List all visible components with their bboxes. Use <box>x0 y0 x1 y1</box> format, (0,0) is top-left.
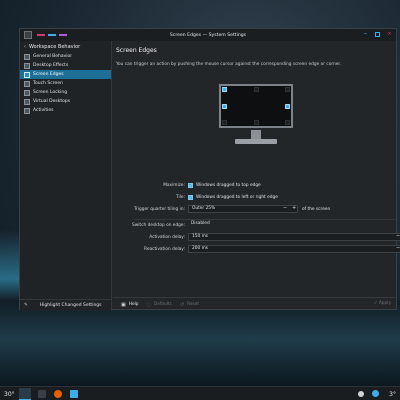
sidebar-item-label: Touch Screen <box>33 81 63 86</box>
sidebar-header[interactable]: ‹ Workspace Behavior <box>20 41 111 52</box>
edge-left[interactable] <box>222 104 227 109</box>
window-title: Screen Edges — System Settings <box>169 32 247 38</box>
quarter-tiling-spinbox[interactable]: Outer 25% <box>188 205 298 213</box>
sidebar-item-screen-edges[interactable]: Screen Edges <box>20 70 111 79</box>
sidebar-item-screen-locking[interactable]: Screen Locking <box>20 88 111 97</box>
close-icon[interactable]: × <box>387 32 392 37</box>
sidebar-item-label: Screen Locking <box>33 90 68 95</box>
firefox-icon[interactable] <box>54 390 62 398</box>
edge-bottom-right[interactable] <box>285 120 290 125</box>
monitor-base <box>235 139 277 144</box>
defaults-label: Defaults <box>153 302 172 307</box>
sidebar-item-label: Screen Edges <box>33 72 64 77</box>
reset-button[interactable]: ↺ Reset <box>180 302 199 308</box>
tile-option-text: Windows dragged to left or right edge <box>196 195 278 200</box>
sidebar-item-label: Activities <box>33 108 54 113</box>
sidebar-item-label: Desktop Effects <box>33 63 69 68</box>
sidebar-header-label: Workspace Behavior <box>29 43 81 50</box>
highlight-changed-label: Highlight Changed Settings <box>39 303 102 308</box>
sidebar-item-label: Virtual Desktops <box>33 99 71 104</box>
touch-screen-icon <box>24 80 30 87</box>
separator <box>135 219 397 220</box>
quarter-decrement-button[interactable]: − <box>283 205 287 211</box>
monitor-screen <box>219 84 293 128</box>
activation-decrement-button[interactable]: − <box>396 233 400 239</box>
page-description: You can trigger an action by pushing the… <box>116 62 342 67</box>
task-manager-icon[interactable] <box>38 390 46 398</box>
quarter-tiling-label: Trigger quarter tiling in: <box>134 207 185 212</box>
activation-delay-label: Activation delay: <box>149 235 185 240</box>
maximize-icon[interactable] <box>375 32 380 37</box>
activation-delay-value: 150 ms <box>192 234 208 239</box>
highlight-changed-settings-button[interactable]: ✎ Highlight Changed Settings <box>20 299 111 311</box>
switch-desktop-combobox[interactable]: Disabled <box>188 221 400 229</box>
monitor-preview <box>213 76 297 148</box>
maximize-label: Maximize: <box>163 183 185 188</box>
help-label: Help <box>128 302 139 307</box>
screen-locking-icon <box>24 89 30 96</box>
activation-delay-spinbox[interactable]: 150 ms <box>188 233 400 241</box>
title-accent-pink <box>37 34 45 36</box>
app-icon[interactable] <box>24 31 32 39</box>
quarter-suffix: of the screen <box>302 207 331 212</box>
reactivation-delay-spinbox[interactable]: 200 ms <box>188 245 400 253</box>
general-behavior-icon <box>24 53 30 60</box>
help-icon: ▣ <box>121 301 126 308</box>
apply-button[interactable]: ✓ Apply <box>374 301 391 306</box>
reset-icon: ↺ <box>179 301 185 308</box>
sidebar-item-touch-screen[interactable]: Touch Screen <box>20 79 111 88</box>
edge-top[interactable] <box>254 87 259 92</box>
screen-edges-icon <box>24 71 30 78</box>
main-content: Screen Edges You can trigger an action b… <box>113 41 400 311</box>
sidebar-item-activities[interactable]: Activities <box>20 106 111 115</box>
defaults-icon: ◌ <box>146 301 151 308</box>
help-button[interactable]: ▣ Help <box>121 302 139 308</box>
sidebar-item-label: General Behavior <box>33 54 73 59</box>
defaults-button[interactable]: ◌ Defaults <box>147 302 172 308</box>
sidebar-item-desktop-effects[interactable]: Desktop Effects <box>20 61 111 70</box>
wallpaper-water <box>0 300 400 386</box>
quarter-increment-button[interactable]: + <box>292 205 296 211</box>
virtual-desktops-icon <box>24 98 30 105</box>
button-bar: ▣ Help ◌ Defaults ↺ Reset ✓ Apply <box>113 297 397 311</box>
pen-icon: ✎ <box>24 303 28 308</box>
switch-desktop-label: Switch desktop on edge: <box>132 223 185 228</box>
maximize-option-text: Windows dragged to top edge <box>196 183 261 188</box>
title-accent-blue <box>48 34 56 36</box>
desktop-effects-icon <box>24 62 30 69</box>
minimize-icon[interactable]: − <box>363 32 368 37</box>
dolphin-icon[interactable] <box>70 390 78 398</box>
title-accent-purple <box>59 34 67 36</box>
edge-top-left[interactable] <box>222 87 227 92</box>
quarter-tiling-value: Outer 25% <box>192 206 216 211</box>
edge-bottom-left[interactable] <box>222 120 227 125</box>
back-arrow-icon[interactable]: ‹ <box>24 44 26 50</box>
apply-label: Apply <box>378 301 391 306</box>
maximize-checkbox[interactable]: ✓ <box>188 183 193 188</box>
sidebar-item-general-behavior[interactable]: General Behavior <box>20 52 111 61</box>
taskbar: 30° 3° <box>0 386 400 400</box>
activities-icon <box>24 107 30 114</box>
edge-top-right[interactable] <box>285 87 290 92</box>
switch-desktop-value: Disabled <box>191 221 210 226</box>
task-system-settings[interactable] <box>19 388 31 400</box>
sidebar-item-virtual-desktops[interactable]: Virtual Desktops <box>20 97 111 106</box>
tray-icon[interactable] <box>358 391 364 397</box>
reactivation-delay-label: Reactivation delay: <box>144 247 185 252</box>
reactivation-decrement-button[interactable]: − <box>396 245 400 251</box>
system-settings-window: Screen Edges — System Settings − × ‹ Wor… <box>19 28 400 311</box>
title-bar[interactable]: Screen Edges — System Settings − × <box>20 29 396 41</box>
reset-label: Reset <box>187 302 200 307</box>
weather-temp-right[interactable]: 3° <box>389 388 396 400</box>
edge-bottom[interactable] <box>254 120 259 125</box>
edge-right[interactable] <box>285 104 290 109</box>
weather-temp-left[interactable]: 30° <box>4 388 15 400</box>
page-title: Screen Edges <box>116 47 157 54</box>
sidebar: ‹ Workspace Behavior General Behavior De… <box>20 41 112 311</box>
reactivation-delay-value: 200 ms <box>192 246 208 251</box>
tile-label: Tile: <box>176 195 185 200</box>
notifications-icon[interactable] <box>372 390 379 397</box>
tile-checkbox[interactable]: ✓ <box>188 195 193 200</box>
